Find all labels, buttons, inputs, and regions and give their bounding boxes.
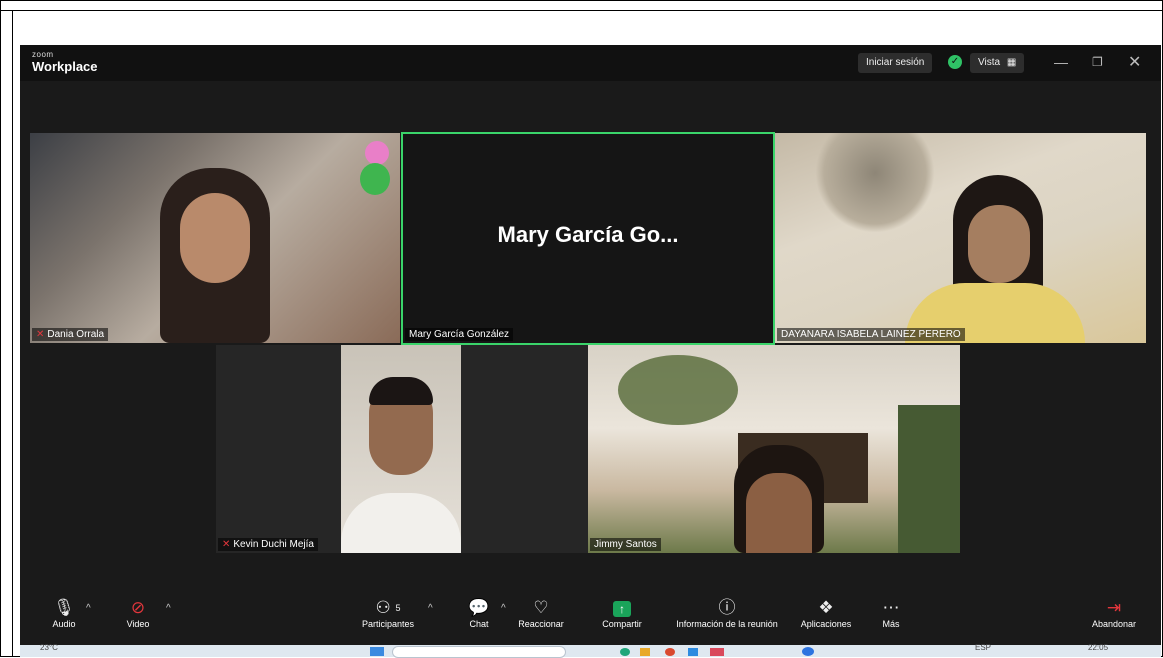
view-button[interactable]: Vista ▦ — [970, 53, 1025, 73]
react-button[interactable]: ♡ Reaccionar — [508, 597, 574, 629]
share-button[interactable]: ↑ Compartir — [594, 597, 650, 629]
shield-check-icon[interactable]: ✓ — [948, 55, 962, 69]
video-label: Video — [126, 619, 150, 629]
participant-name: Jimmy Santos — [594, 539, 657, 550]
participants-button[interactable]: ⚇ 5 Participantes — [356, 597, 420, 629]
video-options-chevron-icon[interactable]: ^ — [166, 603, 171, 614]
logo-small: zoom — [32, 50, 54, 59]
store-icon[interactable] — [688, 648, 698, 656]
apps-icon: ❖ — [818, 598, 834, 617]
microphone-icon: 🎙 — [53, 598, 75, 617]
minimize-icon[interactable]: — — [1054, 54, 1068, 70]
leave-door-icon: ⇥ — [1106, 598, 1122, 617]
share-arrow-icon: ↑ — [594, 597, 650, 619]
clock[interactable]: 22:05 — [1088, 643, 1108, 652]
participant-name: Dania Orrala — [47, 329, 105, 340]
participant-shirt — [341, 493, 461, 553]
video-tile-jimmy[interactable]: Jimmy Santos — [588, 345, 960, 553]
signin-label: Iniciar sesión — [866, 57, 925, 68]
share-label: Compartir — [602, 619, 642, 629]
restore-icon[interactable]: ❐ — [1092, 55, 1103, 69]
info-label: Información de la reunión — [676, 619, 778, 629]
balloon-green — [360, 163, 390, 195]
participant-name: DAYANARA ISABELA LAINEZ PERERO — [781, 329, 961, 340]
participant-label: ✕ Dania Orrala — [32, 328, 109, 341]
more-label: Más — [882, 619, 900, 629]
participants-count: 5 — [395, 603, 401, 613]
language-indicator[interactable]: ESP — [975, 643, 991, 652]
grid-icon: ▦ — [1006, 57, 1017, 68]
video-off-icon: ⊘ — [130, 598, 146, 617]
video-tile-dania[interactable]: ✕ Dania Orrala — [30, 133, 400, 343]
audio-button[interactable]: 🎙 Audio — [46, 597, 82, 629]
plant — [898, 405, 960, 553]
participant-name: Kevin Duchi Mejía — [233, 539, 314, 550]
top-strip — [0, 0, 1163, 11]
close-icon[interactable]: ✕ — [1128, 52, 1141, 72]
app-logo: Workplace — [32, 59, 98, 74]
balloon-pink — [365, 141, 389, 165]
video-tile-kevin[interactable]: ✕ Kevin Duchi Mejía — [216, 345, 588, 553]
mic-off-icon: ✕ — [36, 329, 45, 340]
chat-options-chevron-icon[interactable]: ^ — [501, 603, 506, 614]
heart-icon: ♡ — [533, 598, 549, 617]
leave-label: Abandonar — [1091, 619, 1137, 629]
participant-label: Mary García González — [405, 328, 514, 341]
more-dots-icon: ⋯ — [882, 598, 900, 617]
participants-options-chevron-icon[interactable]: ^ — [428, 603, 433, 614]
title-bar: zoom Workplace Iniciar sesión ✓ Vista ▦ … — [20, 45, 1161, 81]
search-input[interactable] — [392, 646, 566, 658]
windows-taskbar: 23°C ESP 22:05 — [20, 643, 1161, 658]
display-name: Mary García Go... — [497, 222, 679, 247]
participants-label: Participantes — [361, 619, 415, 629]
mic-off-icon: ✕ — [222, 539, 231, 550]
chat-label: Chat — [469, 619, 489, 629]
zoom-window: zoom Workplace Iniciar sesión ✓ Vista ▦ … — [20, 45, 1161, 657]
react-label: Reaccionar — [518, 619, 564, 629]
chat-button[interactable]: 💬 Chat — [464, 597, 494, 629]
info-icon: ⓘ — [718, 598, 736, 617]
leave-button[interactable]: ⇥ Abandonar — [1088, 597, 1140, 629]
participant-label: DAYANARA ISABELA LAINEZ PERERO — [777, 328, 965, 341]
edge-icon[interactable] — [620, 648, 630, 656]
weather-temp[interactable]: 23°C — [40, 643, 58, 652]
audio-options-chevron-icon[interactable]: ^ — [86, 603, 91, 614]
participant-label: ✕ Kevin Duchi Mejía — [218, 538, 318, 551]
audio-label: Audio — [52, 619, 76, 629]
participant-label: Jimmy Santos — [590, 538, 661, 551]
participant-hair — [369, 377, 433, 405]
participant-video — [341, 345, 461, 553]
meeting-info-button[interactable]: ⓘ Información de la reunión — [668, 597, 786, 629]
video-tile-dayanara[interactable]: DAYANARA ISABELA LAINEZ PERERO — [775, 133, 1146, 343]
zoom-taskbar-icon[interactable] — [802, 647, 814, 656]
video-tile-mary[interactable]: Mary García Go... Mary García González — [401, 132, 775, 345]
blurred-object — [815, 133, 935, 233]
chrome-icon[interactable] — [665, 648, 675, 656]
left-border — [12, 10, 13, 657]
signin-button[interactable]: Iniciar sesión — [858, 53, 933, 73]
video-button[interactable]: ⊘ Video — [120, 597, 156, 629]
tree-foliage — [618, 355, 738, 425]
app-icon[interactable] — [710, 648, 724, 656]
participant-face — [746, 473, 812, 553]
apps-button[interactable]: ❖ Aplicaciones — [796, 597, 856, 629]
participant-face — [968, 205, 1030, 283]
participant-face — [180, 193, 250, 283]
view-label: Vista — [978, 57, 1001, 68]
meeting-toolbar: 🎙 Audio ^ ⊘ Video ^ ⚇ 5 Participantes ^ … — [20, 593, 1161, 645]
participants-icon: ⚇ 5 — [375, 598, 401, 617]
participant-name: Mary García González — [409, 329, 510, 340]
apps-label: Aplicaciones — [800, 619, 852, 629]
start-icon[interactable] — [370, 647, 384, 656]
folder-icon[interactable] — [640, 648, 650, 656]
more-button[interactable]: ⋯ Más — [878, 597, 904, 629]
chat-icon: 💬 — [468, 598, 490, 617]
